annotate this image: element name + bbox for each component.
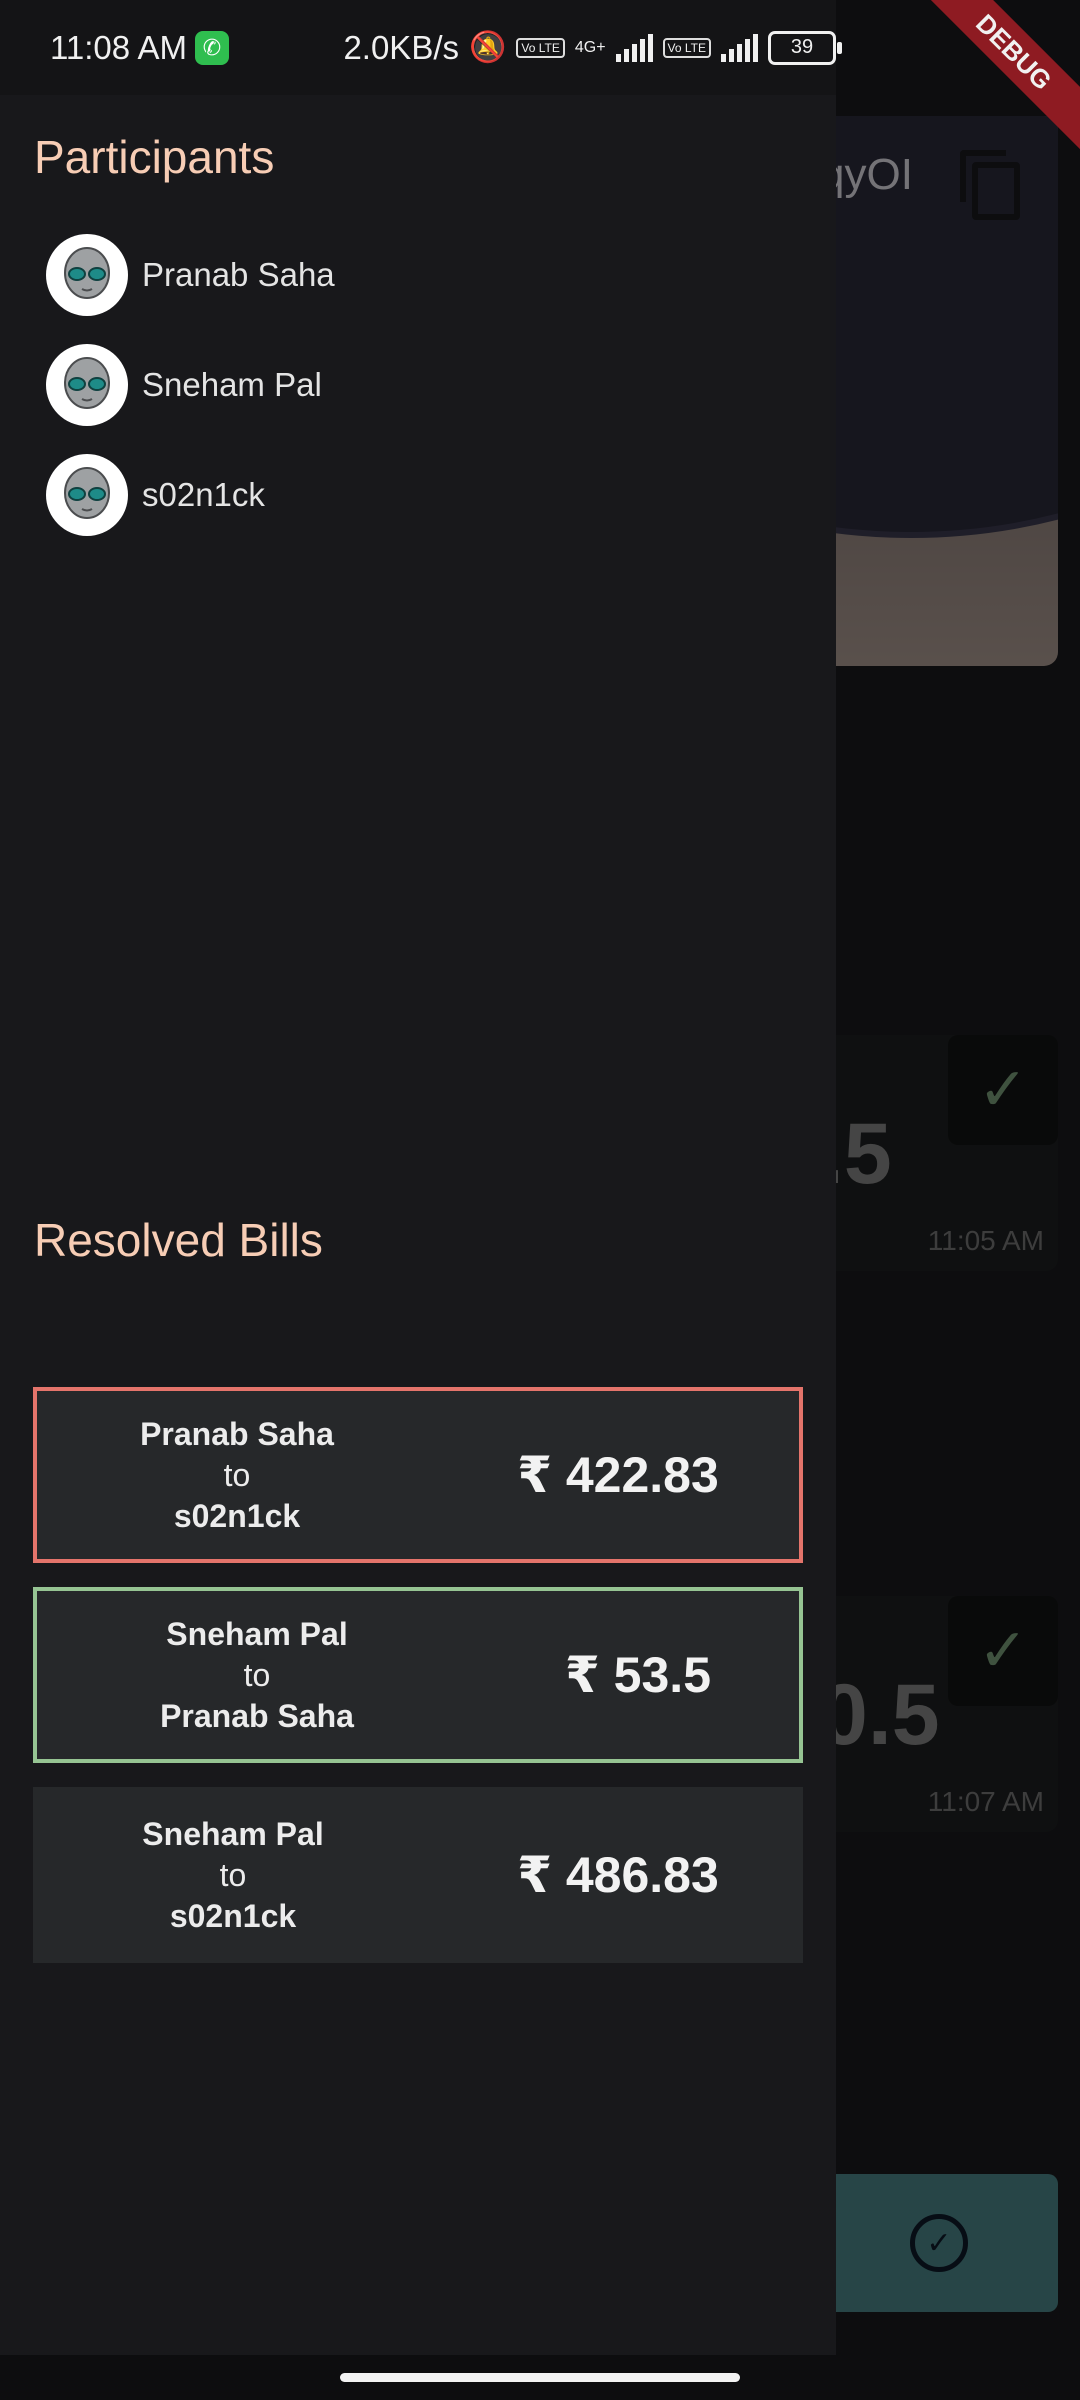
- status-bar: 11:08 AM ✆ 2.0KB/s 🔕 Vo LTE 4G+ Vo LTE 3…: [0, 0, 842, 95]
- volte-icon: Vo LTE: [662, 37, 711, 58]
- bill-to: s02n1ck: [169, 1897, 297, 1934]
- signal-icon: [615, 33, 653, 62]
- resolved-bill-card[interactable]: Sneham Pal to Pranab Saha ₹ 53.5: [33, 1587, 803, 1763]
- navigation-drawer: Participants Pranab Saha Sneham Pal s02n…: [0, 95, 836, 2355]
- bill-connector: to: [243, 1656, 271, 1693]
- mute-icon: 🔕: [469, 31, 507, 64]
- alien-avatar-icon: [46, 344, 128, 426]
- participant-item[interactable]: Pranab Saha: [46, 233, 335, 317]
- alien-avatar-icon: [46, 234, 128, 316]
- bill-from: Pranab Saha: [140, 1415, 334, 1452]
- network-type: 4G+: [574, 38, 606, 56]
- alien-avatar-icon: [46, 454, 128, 536]
- participant-item[interactable]: Sneham Pal: [46, 343, 322, 427]
- bill-connector: to: [223, 1456, 251, 1493]
- bill-from: Sneham Pal: [142, 1815, 324, 1852]
- bill-parties: Sneham Pal to s02n1ck: [33, 1814, 433, 1937]
- participant-name: s02n1ck: [142, 476, 265, 513]
- resolved-bill-card[interactable]: Sneham Pal to s02n1ck ₹ 486.83: [33, 1787, 803, 1963]
- bill-connector: to: [219, 1856, 247, 1893]
- bill-to: s02n1ck: [173, 1497, 301, 1534]
- bill-parties: Sneham Pal to Pranab Saha: [37, 1614, 477, 1737]
- participant-name: Pranab Saha: [142, 256, 335, 293]
- bill-parties: Pranab Saha to s02n1ck: [37, 1414, 437, 1537]
- participant-item[interactable]: s02n1ck: [46, 453, 265, 537]
- gesture-nav-bar[interactable]: [340, 2373, 740, 2382]
- volte-icon: Vo LTE: [516, 37, 565, 58]
- participants-title: Participants: [34, 131, 275, 183]
- bill-from: Sneham Pal: [166, 1615, 348, 1652]
- resolved-bills-title: Resolved Bills: [34, 1214, 323, 1266]
- participant-name: Sneham Pal: [142, 366, 322, 403]
- battery-level: 39: [790, 36, 814, 58]
- bill-to: Pranab Saha: [160, 1697, 354, 1734]
- bill-amount: ₹ 422.83: [517, 1447, 719, 1503]
- battery-icon: 39: [768, 30, 842, 65]
- signal-icon: [721, 33, 758, 62]
- whatsapp-icon: ✆: [194, 30, 229, 65]
- net-speed: 2.0KB/s: [343, 28, 460, 66]
- resolved-bill-card[interactable]: Pranab Saha to s02n1ck ₹ 422.83: [33, 1387, 803, 1563]
- bill-amount: ₹ 53.5: [565, 1647, 711, 1703]
- bill-amount: ₹ 486.83: [517, 1847, 719, 1903]
- clock: 11:08 AM: [50, 28, 187, 66]
